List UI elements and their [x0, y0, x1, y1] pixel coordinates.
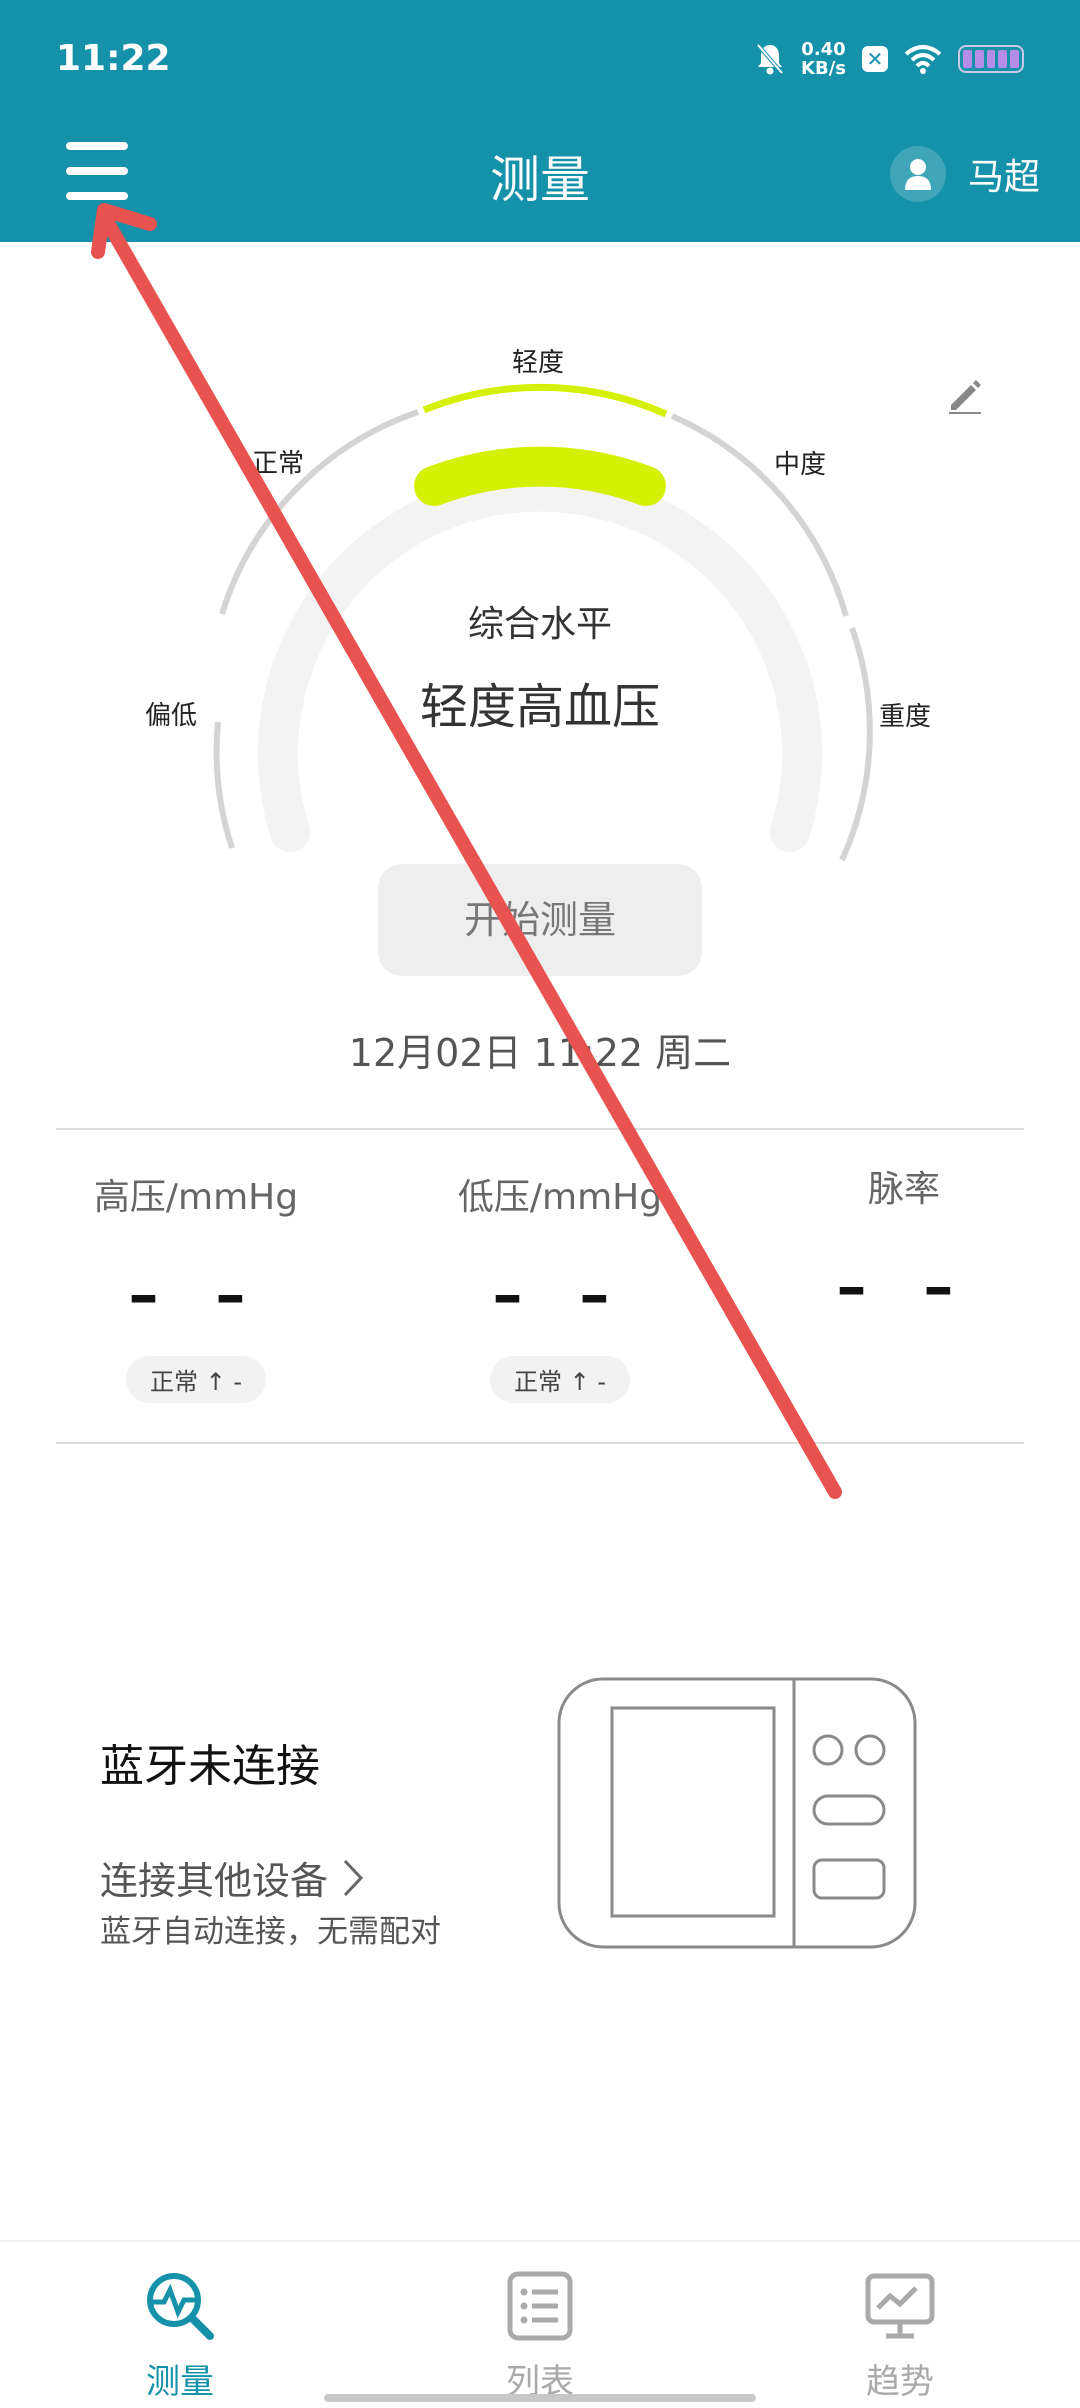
list-icon	[507, 2271, 573, 2341]
connect-other-device-link[interactable]: 连接其他设备	[100, 1850, 364, 1905]
bottom-nav: 测量 列表 趋势	[0, 2240, 1080, 2408]
segment-low	[213, 721, 235, 849]
start-measure-button[interactable]: 开始测量	[378, 864, 702, 976]
diastolic-label: 低压/mmHg	[457, 1177, 663, 1218]
bluetooth-subtitle: 蓝牙自动连接，无需配对	[100, 1914, 441, 1950]
status-time: 11:22	[56, 38, 171, 79]
nav-label-trend: 趋势	[866, 2362, 934, 2402]
nav-item-trend[interactable]: 趋势	[720, 2242, 1080, 2408]
home-indicator	[324, 2394, 756, 2402]
measure-search-icon	[147, 2273, 214, 2340]
gauge-label-normal: 正常	[252, 449, 305, 479]
status-icons: 0.40 KB/s ✕	[755, 40, 1024, 78]
systolic-value: – –	[128, 1260, 264, 1330]
nav-item-measure[interactable]: 测量	[0, 2242, 360, 2408]
user-profile-button[interactable]: 马超	[889, 146, 1040, 202]
segment-severe	[839, 626, 873, 862]
trend-chart-icon	[865, 2273, 935, 2339]
pulse-metric: 脉率 – –	[744, 1160, 1064, 1322]
pulse-value: – –	[836, 1252, 972, 1322]
app-bar: 11:22 0.40 KB/s ✕ 测量 马超	[0, 0, 1080, 242]
active-level-indicator	[414, 446, 666, 506]
divider-top	[56, 1128, 1024, 1130]
battery-icon	[958, 45, 1024, 73]
level-caption: 综合水平	[467, 604, 612, 645]
pulse-label: 脉率	[867, 1169, 940, 1210]
bp-level-gauge: 偏低 正常 轻度 中度 重度	[0, 242, 1080, 862]
user-name: 马超	[967, 157, 1040, 198]
segment-mild	[422, 383, 668, 418]
edit-icon[interactable]	[945, 375, 985, 415]
bp-monitor-device-image	[557, 1677, 917, 1949]
chevron-right-icon	[343, 1859, 364, 1896]
net-speed: 0.40 KB/s	[801, 40, 846, 78]
wifi-icon	[904, 45, 942, 74]
systolic-metric: 高压/mmHg – – 正常 ↑ -	[36, 1168, 356, 1403]
systolic-label: 高压/mmHg	[93, 1177, 299, 1218]
systolic-status-badge: 正常 ↑ -	[125, 1356, 267, 1403]
gauge-arc	[213, 383, 873, 862]
gauge-label-mild: 轻度	[512, 348, 565, 378]
measurement-time: 12月02日 11:22 周二	[348, 1031, 732, 1075]
connect-other-device-label: 连接其他设备	[100, 1859, 329, 1903]
divider-bottom	[56, 1442, 1024, 1444]
diastolic-status-badge: 正常 ↑ -	[489, 1356, 631, 1403]
nav-item-list[interactable]: 列表	[360, 2242, 720, 2408]
nav-label-measure: 测量	[146, 2362, 214, 2402]
diastolic-metric: 低压/mmHg – – 正常 ↑ -	[400, 1168, 720, 1403]
bluetooth-status-title: 蓝牙未连接	[100, 1741, 320, 1792]
diastolic-value: – –	[492, 1260, 628, 1330]
net-speed-value: 0.40	[801, 39, 846, 60]
mute-bell-icon	[756, 43, 784, 75]
user-icon	[889, 146, 946, 202]
x-badge-icon: ✕	[862, 46, 888, 72]
level-value: 轻度高血压	[419, 679, 660, 735]
gauge-label-moderate: 中度	[774, 450, 827, 480]
net-speed-unit: KB/s	[801, 58, 846, 79]
